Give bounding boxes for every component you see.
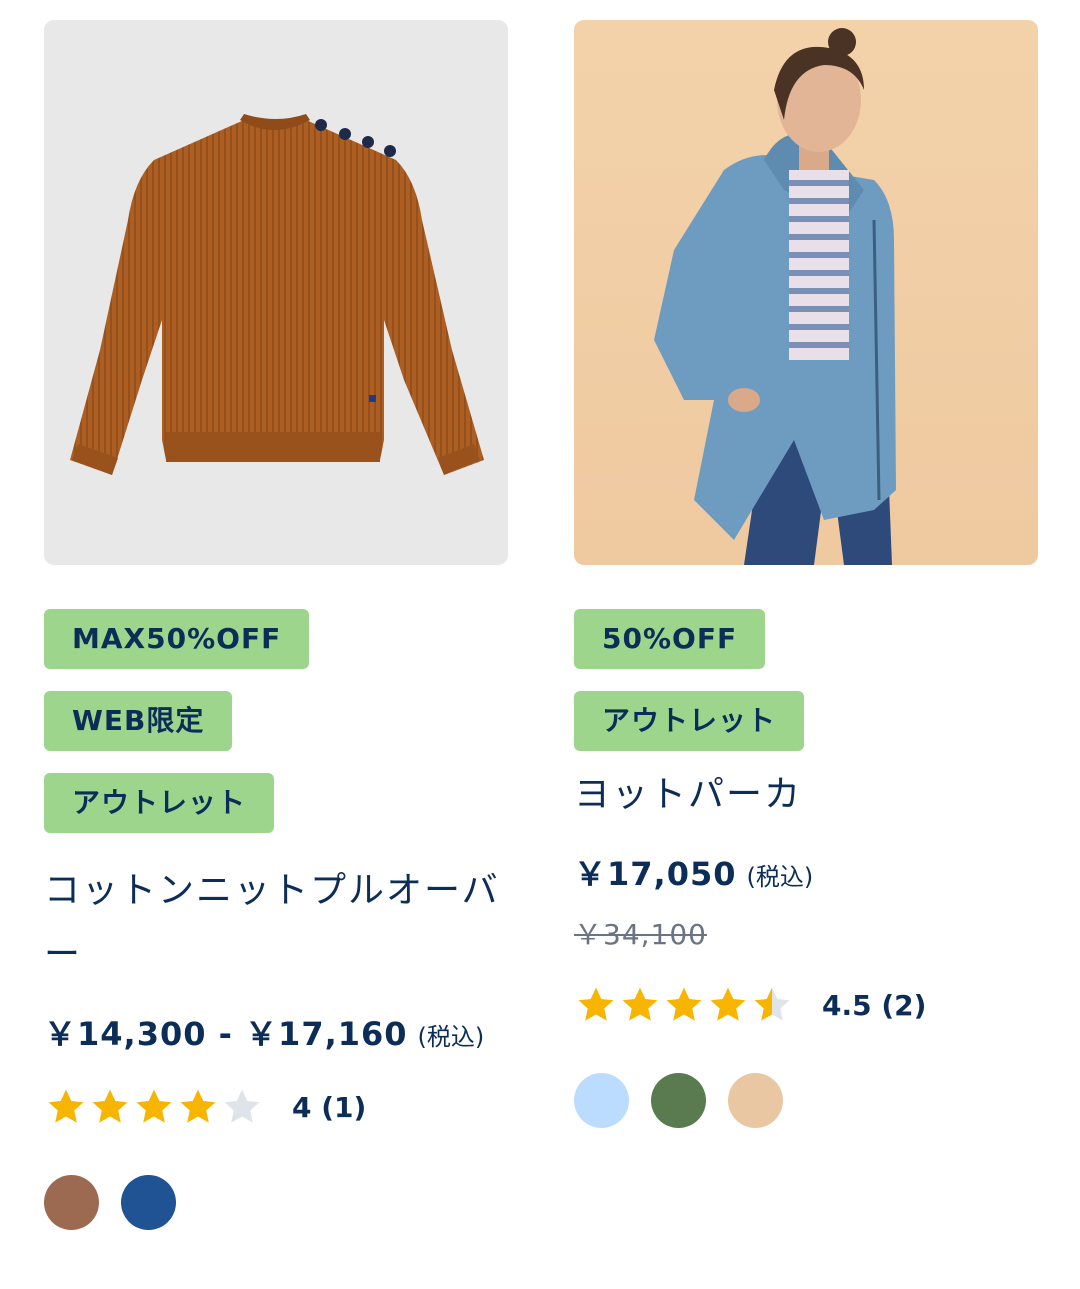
star-icon [706,983,750,1027]
outlet-badge: アウトレット [574,691,805,751]
brown-swatch[interactable] [44,1175,99,1230]
color-swatches [574,1073,1038,1128]
star-icon [44,1085,88,1129]
star-icon [176,1085,220,1129]
rating: 4 (1) [44,1085,508,1129]
discount-badge: MAX50%OFF [44,609,310,669]
price-row: ￥17,050 (税込) [574,849,1038,895]
beige-swatch[interactable] [728,1073,783,1128]
parka-model-illustration [654,28,896,565]
badge-list: 50%OFF アウトレット [574,609,1038,773]
light-blue-swatch[interactable] [574,1073,629,1128]
rating: 4.5 (2) [574,983,1038,1027]
color-swatches [44,1175,508,1230]
price: ￥14,300 - ￥17,160 [44,1015,408,1053]
star-icon [662,983,706,1027]
product-grid: MAX50%OFF WEB限定 アウトレット コットンニットプルオーバー ￥14… [0,0,1080,1289]
tax-label: (税込) [417,1023,485,1051]
star-icon [88,1085,132,1129]
outlet-badge: アウトレット [44,773,275,833]
product-image[interactable] [574,20,1038,565]
star-empty-icon [220,1085,264,1129]
product-title[interactable]: コットンニットプルオーバー [44,859,508,987]
product-card-parka[interactable]: 50%OFF アウトレット ヨットパーカ ￥17,050 (税込) ￥34,10… [574,20,1038,1128]
star-icon [618,983,662,1027]
web-only-badge: WEB限定 [44,691,233,751]
rating-text: 4.5 (2) [822,988,927,1022]
blue-swatch[interactable] [121,1175,176,1230]
badge-list: MAX50%OFF WEB限定 アウトレット [44,609,508,855]
product-card-pullover[interactable]: MAX50%OFF WEB限定 アウトレット コットンニットプルオーバー ￥14… [44,20,508,1230]
sweater-illustration [70,114,484,475]
green-swatch[interactable] [651,1073,706,1128]
price: ￥17,050 [574,855,737,893]
product-title[interactable]: ヨットパーカ [574,763,1038,827]
star-icon [574,983,618,1027]
star-icon [132,1085,176,1129]
discount-badge: 50%OFF [574,609,766,669]
star-half-icon [750,983,794,1027]
product-image[interactable] [44,20,508,565]
original-price: ￥34,100 [574,918,707,951]
price-row: ￥14,300 - ￥17,160 (税込) [44,1009,508,1055]
tax-label: (税込) [746,863,814,891]
rating-text: 4 (1) [292,1090,367,1124]
